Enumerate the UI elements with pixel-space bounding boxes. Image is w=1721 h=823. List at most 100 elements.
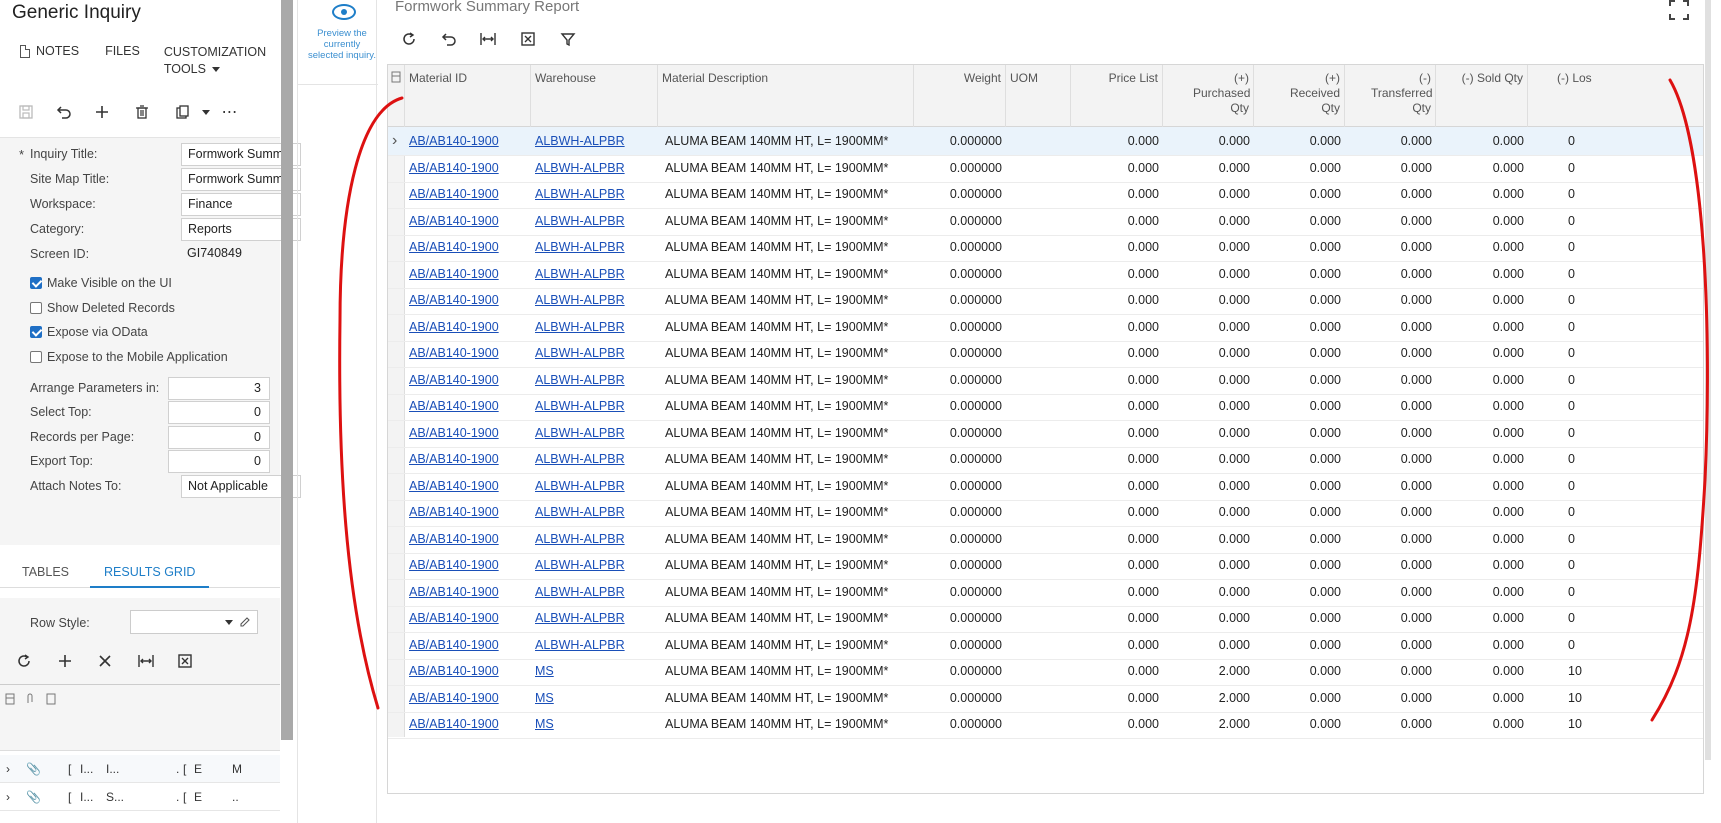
cell-warehouse[interactable]: MS bbox=[531, 657, 658, 686]
cell-warehouse[interactable]: ALBWH-ALPBR bbox=[531, 472, 658, 501]
cell-material-id[interactable]: AB/AB140-1900 bbox=[405, 710, 531, 739]
table-row[interactable]: AB/AB140-1900 ALBWH-ALPBR ALUMA BEAM 140MM… bbox=[388, 472, 1703, 501]
cell-warehouse[interactable]: ALBWH-ALPBR bbox=[531, 286, 658, 315]
save-button[interactable] bbox=[14, 100, 38, 124]
customization-tools-menu[interactable]: CUSTOMIZATION TOOLS bbox=[164, 44, 266, 78]
cell-material-id-link[interactable]: AB/AB140-1900 bbox=[409, 558, 499, 572]
undo-button[interactable] bbox=[437, 27, 461, 51]
table-row[interactable]: AB/AB140-1900 ALBWH-ALPBR ALUMA BEAM 140MM… bbox=[388, 339, 1703, 368]
cell-warehouse[interactable]: ALBWH-ALPBR bbox=[531, 578, 658, 607]
cell-material-id-link[interactable]: AB/AB140-1900 bbox=[409, 691, 499, 705]
cell-warehouse[interactable]: ALBWH-ALPBR bbox=[531, 260, 658, 289]
cell-warehouse-link[interactable]: MS bbox=[535, 664, 554, 678]
cell-material-id[interactable]: AB/AB140-1900 bbox=[405, 445, 531, 474]
cell-warehouse-link[interactable]: ALBWH-ALPBR bbox=[535, 585, 625, 599]
col-header-purchased[interactable]: (+) Purchased Qty bbox=[1163, 65, 1254, 127]
fit-columns-button[interactable] bbox=[476, 27, 500, 51]
cell-material-id[interactable]: AB/AB140-1900 bbox=[405, 684, 531, 713]
cell-material-id[interactable]: AB/AB140-1900 bbox=[405, 419, 531, 448]
cell-material-id-link[interactable]: AB/AB140-1900 bbox=[409, 134, 499, 148]
cell-material-id[interactable]: AB/AB140-1900 bbox=[405, 233, 531, 262]
cell-warehouse[interactable]: ALBWH-ALPBR bbox=[531, 366, 658, 395]
cell-warehouse-link[interactable]: ALBWH-ALPBR bbox=[535, 267, 625, 281]
cell-warehouse[interactable]: ALBWH-ALPBR bbox=[531, 604, 658, 633]
mini-grid-row[interactable]: › 📎 [ I... I... . [ E M bbox=[0, 755, 280, 783]
cell-warehouse[interactable]: ALBWH-ALPBR bbox=[531, 154, 658, 183]
cell-material-id[interactable]: AB/AB140-1900 bbox=[405, 127, 531, 156]
table-row[interactable]: AB/AB140-1900 ALBWH-ALPBR ALUMA BEAM 140MM… bbox=[388, 180, 1703, 209]
chevron-down-icon[interactable] bbox=[202, 110, 210, 115]
delete-row-button[interactable] bbox=[97, 653, 113, 674]
cell-material-id[interactable]: AB/AB140-1900 bbox=[405, 578, 531, 607]
more-button[interactable]: ⋯ bbox=[218, 100, 242, 124]
add-button[interactable] bbox=[90, 100, 114, 124]
cell-warehouse[interactable]: ALBWH-ALPBR bbox=[531, 551, 658, 580]
table-row[interactable]: AB/AB140-1900 ALBWH-ALPBR ALUMA BEAM 140MM… bbox=[388, 551, 1703, 580]
cell-warehouse-link[interactable]: ALBWH-ALPBR bbox=[535, 452, 625, 466]
col-header-received[interactable]: (+) Received Qty bbox=[1254, 65, 1345, 127]
cell-material-id[interactable]: AB/AB140-1900 bbox=[405, 207, 531, 236]
cell-warehouse-link[interactable]: MS bbox=[535, 691, 554, 705]
table-row[interactable]: AB/AB140-1900 ALBWH-ALPBR ALUMA BEAM 140MM… bbox=[388, 260, 1703, 289]
col-header-lost[interactable]: (-) Los bbox=[1528, 65, 1703, 127]
table-row[interactable]: AB/AB140-1900 ALBWH-ALPBR ALUMA BEAM 140MM… bbox=[388, 392, 1703, 421]
col-header-weight[interactable]: Weight bbox=[914, 65, 1006, 127]
table-row[interactable]: AB/AB140-1900 MS ALUMA BEAM 140MM HT, L= 1… bbox=[388, 684, 1703, 713]
table-row[interactable]: AB/AB140-1900 ALBWH-ALPBR ALUMA BEAM 140MM… bbox=[388, 419, 1703, 448]
cell-warehouse-link[interactable]: ALBWH-ALPBR bbox=[535, 399, 625, 413]
cell-material-id-link[interactable]: AB/AB140-1900 bbox=[409, 638, 499, 652]
cell-warehouse[interactable]: ALBWH-ALPBR bbox=[531, 498, 658, 527]
copy-paste-button[interactable] bbox=[170, 100, 194, 124]
cell-material-id-link[interactable]: AB/AB140-1900 bbox=[409, 267, 499, 281]
row-expand-icon[interactable]: › bbox=[6, 790, 10, 804]
cell-material-id-link[interactable]: AB/AB140-1900 bbox=[409, 664, 499, 678]
cell-material-id[interactable]: AB/AB140-1900 bbox=[405, 551, 531, 580]
cell-material-id-link[interactable]: AB/AB140-1900 bbox=[409, 214, 499, 228]
table-row[interactable]: AB/AB140-1900 ALBWH-ALPBR ALUMA BEAM 140MM… bbox=[388, 498, 1703, 527]
cell-warehouse-link[interactable]: ALBWH-ALPBR bbox=[535, 214, 625, 228]
expose-odata-checkbox[interactable]: Expose via OData bbox=[30, 325, 148, 339]
cell-warehouse[interactable]: ALBWH-ALPBR bbox=[531, 525, 658, 554]
cell-material-id-link[interactable]: AB/AB140-1900 bbox=[409, 532, 499, 546]
cell-warehouse-link[interactable]: ALBWH-ALPBR bbox=[535, 426, 625, 440]
fit-columns-button[interactable] bbox=[137, 653, 155, 674]
cell-material-id[interactable]: AB/AB140-1900 bbox=[405, 657, 531, 686]
table-row[interactable]: AB/AB140-1900 ALBWH-ALPBR ALUMA BEAM 140MM… bbox=[388, 525, 1703, 554]
cell-warehouse-link[interactable]: ALBWH-ALPBR bbox=[535, 240, 625, 254]
arrange-parameters-field[interactable]: 3 bbox=[168, 376, 270, 400]
cell-warehouse[interactable]: ALBWH-ALPBR bbox=[531, 233, 658, 262]
col-header-warehouse[interactable]: Warehouse bbox=[531, 65, 658, 127]
row-expand-icon[interactable]: › bbox=[392, 132, 397, 150]
cell-warehouse[interactable]: ALBWH-ALPBR bbox=[531, 180, 658, 209]
notes-link[interactable]: NOTES bbox=[20, 44, 79, 78]
cell-warehouse[interactable]: ALBWH-ALPBR bbox=[531, 313, 658, 342]
table-row[interactable]: AB/AB140-1900 ALBWH-ALPBR ALUMA BEAM 140MM… bbox=[388, 286, 1703, 315]
cell-material-id-link[interactable]: AB/AB140-1900 bbox=[409, 452, 499, 466]
cell-warehouse[interactable]: MS bbox=[531, 684, 658, 713]
table-row[interactable]: AB/AB140-1900 ALBWH-ALPBR ALUMA BEAM 140MM… bbox=[388, 631, 1703, 660]
cell-material-id[interactable]: AB/AB140-1900 bbox=[405, 631, 531, 660]
cell-material-id-link[interactable]: AB/AB140-1900 bbox=[409, 505, 499, 519]
cell-material-id[interactable]: AB/AB140-1900 bbox=[405, 604, 531, 633]
cell-warehouse[interactable]: ALBWH-ALPBR bbox=[531, 127, 658, 156]
col-header-sold[interactable]: (-) Sold Qty bbox=[1436, 65, 1528, 127]
preview-button[interactable]: Preview the currently selected inquiry. bbox=[306, 0, 378, 80]
col-header-description[interactable]: Material Description bbox=[658, 65, 914, 127]
cell-material-id[interactable]: AB/AB140-1900 bbox=[405, 180, 531, 209]
refresh-button[interactable] bbox=[397, 27, 421, 51]
cell-warehouse-link[interactable]: ALBWH-ALPBR bbox=[535, 320, 625, 334]
table-row[interactable]: › AB/AB140-1900 ALBWH-ALPBR ALUMA BEAM 140M… bbox=[388, 127, 1703, 156]
cell-material-id-link[interactable]: AB/AB140-1900 bbox=[409, 346, 499, 360]
tab-tables[interactable]: TABLES bbox=[8, 556, 83, 588]
cell-material-id-link[interactable]: AB/AB140-1900 bbox=[409, 479, 499, 493]
export-excel-button[interactable] bbox=[516, 27, 540, 51]
cell-warehouse-link[interactable]: ALBWH-ALPBR bbox=[535, 611, 625, 625]
cell-warehouse-link[interactable]: ALBWH-ALPBR bbox=[535, 187, 625, 201]
make-visible-checkbox[interactable]: Make Visible on the UI bbox=[30, 276, 172, 290]
col-header-uom[interactable]: UOM bbox=[1006, 65, 1071, 127]
cell-material-id-link[interactable]: AB/AB140-1900 bbox=[409, 320, 499, 334]
show-deleted-checkbox[interactable]: Show Deleted Records bbox=[30, 301, 175, 315]
cell-material-id-link[interactable]: AB/AB140-1900 bbox=[409, 717, 499, 731]
cell-warehouse[interactable]: ALBWH-ALPBR bbox=[531, 339, 658, 368]
table-row[interactable]: AB/AB140-1900 ALBWH-ALPBR ALUMA BEAM 140MM… bbox=[388, 366, 1703, 395]
